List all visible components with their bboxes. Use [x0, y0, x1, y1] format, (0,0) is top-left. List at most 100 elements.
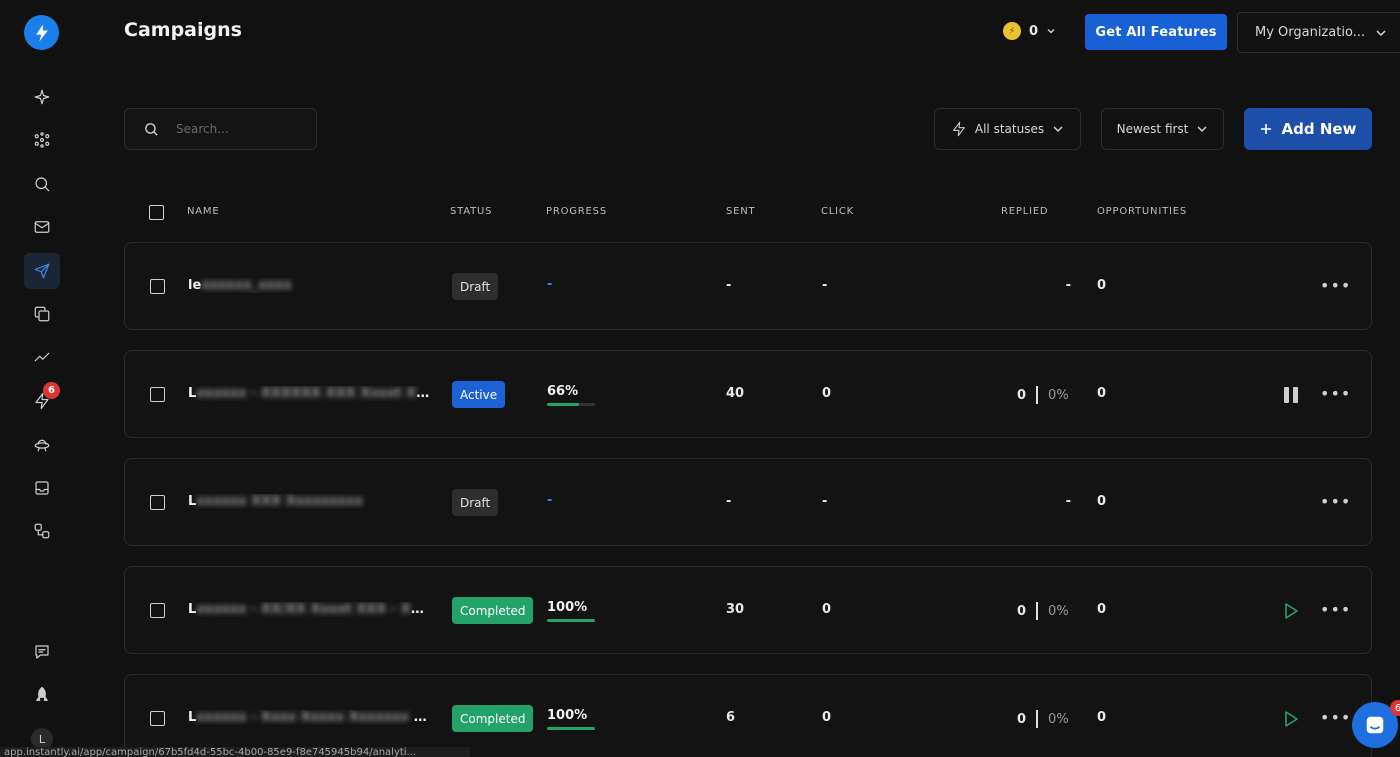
status-badge: Draft	[452, 273, 499, 300]
search-icon	[145, 122, 158, 136]
more-options-icon[interactable]: •••	[1320, 708, 1351, 727]
mail-icon[interactable]	[29, 214, 55, 240]
play-icon	[1285, 603, 1298, 619]
sort-label: Newest first	[1116, 122, 1189, 136]
inbox-icon[interactable]	[29, 475, 55, 501]
sparkle-icon[interactable]	[29, 84, 55, 110]
more-options-icon[interactable]: •••	[1320, 384, 1351, 403]
play-button[interactable]	[1280, 600, 1302, 622]
chat-badge: 6	[1390, 700, 1400, 716]
replied-stats: 0 0%	[1017, 386, 1069, 404]
notification-badge: 6	[43, 382, 60, 399]
send-icon[interactable]	[24, 253, 60, 289]
status-url: app.instantly.ai/app/campaign/67b5fd4d-5…	[0, 747, 470, 757]
click-count: 0	[822, 386, 832, 401]
column-header-replied[interactable]: REPLIED	[1001, 206, 1048, 217]
search-input[interactable]	[176, 122, 296, 136]
ufo-icon[interactable]	[29, 431, 55, 457]
opportunities-count: 0	[1097, 386, 1107, 401]
campaign-name[interactable]: Lxxxxxx XXX Xxxxxxxxx	[188, 494, 433, 509]
progress-bar-fill	[547, 619, 595, 622]
replied-percent: 0%	[1048, 387, 1069, 403]
divider	[1036, 386, 1039, 404]
row-checkbox[interactable]	[150, 387, 165, 402]
select-all-checkbox[interactable]	[149, 205, 164, 220]
credits-dropdown[interactable]: ⚡ 0	[1003, 22, 1056, 40]
status-filter-label: All statuses	[974, 122, 1045, 136]
column-header-status[interactable]: STATUS	[450, 206, 492, 217]
get-all-features-button[interactable]: Get All Features	[1085, 14, 1227, 50]
campaign-name-prefix: le	[188, 278, 202, 293]
rocket-icon[interactable]	[29, 682, 55, 708]
workflow-icon[interactable]	[29, 518, 55, 544]
more-options-icon[interactable]: •••	[1320, 276, 1351, 295]
campaign-name-redacted: xxxxxx - XX/XX Xxxxt XXX - XXXX-X...	[196, 602, 433, 617]
chevron-down-icon	[1047, 29, 1055, 34]
bolt-icon	[953, 121, 965, 137]
table-row[interactable]: Lxxxxxx - XX/XX Xxxxt XXX - XXXX-X... Com…	[124, 566, 1372, 654]
campaign-name-redacted: xxxxxx XXX Xxxxxxxxx	[196, 494, 363, 509]
opportunities-count: 0	[1097, 602, 1107, 617]
campaign-name[interactable]: lexxxxxx_xxxx	[188, 278, 433, 293]
pause-button[interactable]	[1280, 384, 1302, 406]
table-row[interactable]: lexxxxxx_xxxx Draft - - - - 0 •••	[124, 242, 1372, 330]
copy-icon[interactable]	[29, 301, 55, 327]
replied-count: 0	[1017, 711, 1027, 727]
hub-icon[interactable]	[29, 127, 55, 153]
click-count: 0	[822, 602, 832, 617]
row-checkbox[interactable]	[150, 495, 165, 510]
column-header-opportunities[interactable]: OPPORTUNITIES	[1097, 206, 1187, 217]
row-checkbox[interactable]	[150, 603, 165, 618]
add-new-label: Add New	[1281, 120, 1357, 138]
replied-count: -	[1065, 494, 1071, 509]
replied-count: -	[1065, 278, 1071, 293]
campaign-name-redacted: xxxxxx_xxxx	[201, 278, 292, 293]
chevron-down-icon	[1197, 126, 1207, 133]
more-options-icon[interactable]: •••	[1320, 492, 1351, 511]
replied-percent: 0%	[1048, 603, 1069, 619]
progress-bar-fill	[547, 727, 595, 730]
campaign-name[interactable]: Lxxxxxx - Xxxx Xxxxx Xxxxxxx Xx Xx...	[188, 710, 433, 725]
sort-dropdown[interactable]: Newest first	[1101, 108, 1224, 150]
search-box[interactable]	[124, 108, 317, 150]
status-badge: Active	[452, 381, 506, 408]
more-options-icon[interactable]: •••	[1320, 600, 1351, 619]
add-new-button[interactable]: Add New	[1244, 108, 1372, 150]
chat-icon	[1366, 716, 1384, 734]
progress-value: -	[547, 277, 553, 292]
campaign-name-redacted: xxxxxx - XXXXXX XXX Xxxxt XXX ...	[196, 386, 433, 401]
status-filter-dropdown[interactable]: All statuses	[934, 108, 1081, 150]
divider	[1036, 602, 1039, 620]
table-row[interactable]: Lxxxxxx XXX Xxxxxxxxx Draft - - - - 0 •••	[124, 458, 1372, 546]
column-header-click[interactable]: CLICK	[821, 206, 854, 217]
table-row[interactable]: Lxxxxxx - XXXXXX XXX Xxxxt XXX ... Active…	[124, 350, 1372, 438]
pause-icon	[1284, 387, 1298, 403]
opportunities-count: 0	[1097, 494, 1107, 509]
feedback-icon[interactable]	[29, 639, 55, 665]
campaign-name[interactable]: Lxxxxxx - XXXXXX XXX Xxxxt XXX ...	[188, 386, 433, 401]
chevron-down-icon	[1376, 29, 1386, 36]
row-checkbox[interactable]	[150, 711, 165, 726]
column-header-name[interactable]: NAME	[187, 206, 219, 217]
sent-count: -	[726, 278, 732, 293]
progress-bar	[547, 619, 595, 622]
status-badge: Completed	[452, 597, 534, 624]
campaign-name-redacted: xxxxxx - Xxxx Xxxxx Xxxxxxx Xx Xx...	[196, 710, 433, 725]
row-checkbox[interactable]	[150, 279, 165, 294]
click-count: 0	[822, 710, 832, 725]
column-header-sent[interactable]: SENT	[726, 206, 755, 217]
organization-dropdown[interactable]: My Organizatio...	[1237, 12, 1400, 53]
status-badge: Draft	[452, 489, 499, 516]
app-logo[interactable]	[24, 15, 59, 50]
table-row[interactable]: Lxxxxxx - Xxxx Xxxxx Xxxxxxx Xx Xx... Com…	[124, 674, 1372, 757]
column-header-progress[interactable]: PROGRESS	[546, 206, 607, 217]
search-icon[interactable]	[29, 171, 55, 197]
status-badge: Completed	[452, 705, 534, 732]
campaign-name[interactable]: Lxxxxxx - XX/XX Xxxxt XXX - XXXX-X...	[188, 602, 433, 617]
play-button[interactable]	[1280, 708, 1302, 730]
chevron-down-icon	[1053, 126, 1063, 133]
opportunities-count: 0	[1097, 710, 1107, 725]
opportunities-count: 0	[1097, 278, 1107, 293]
analytics-icon[interactable]	[29, 344, 55, 370]
sent-count: 40	[726, 386, 745, 401]
